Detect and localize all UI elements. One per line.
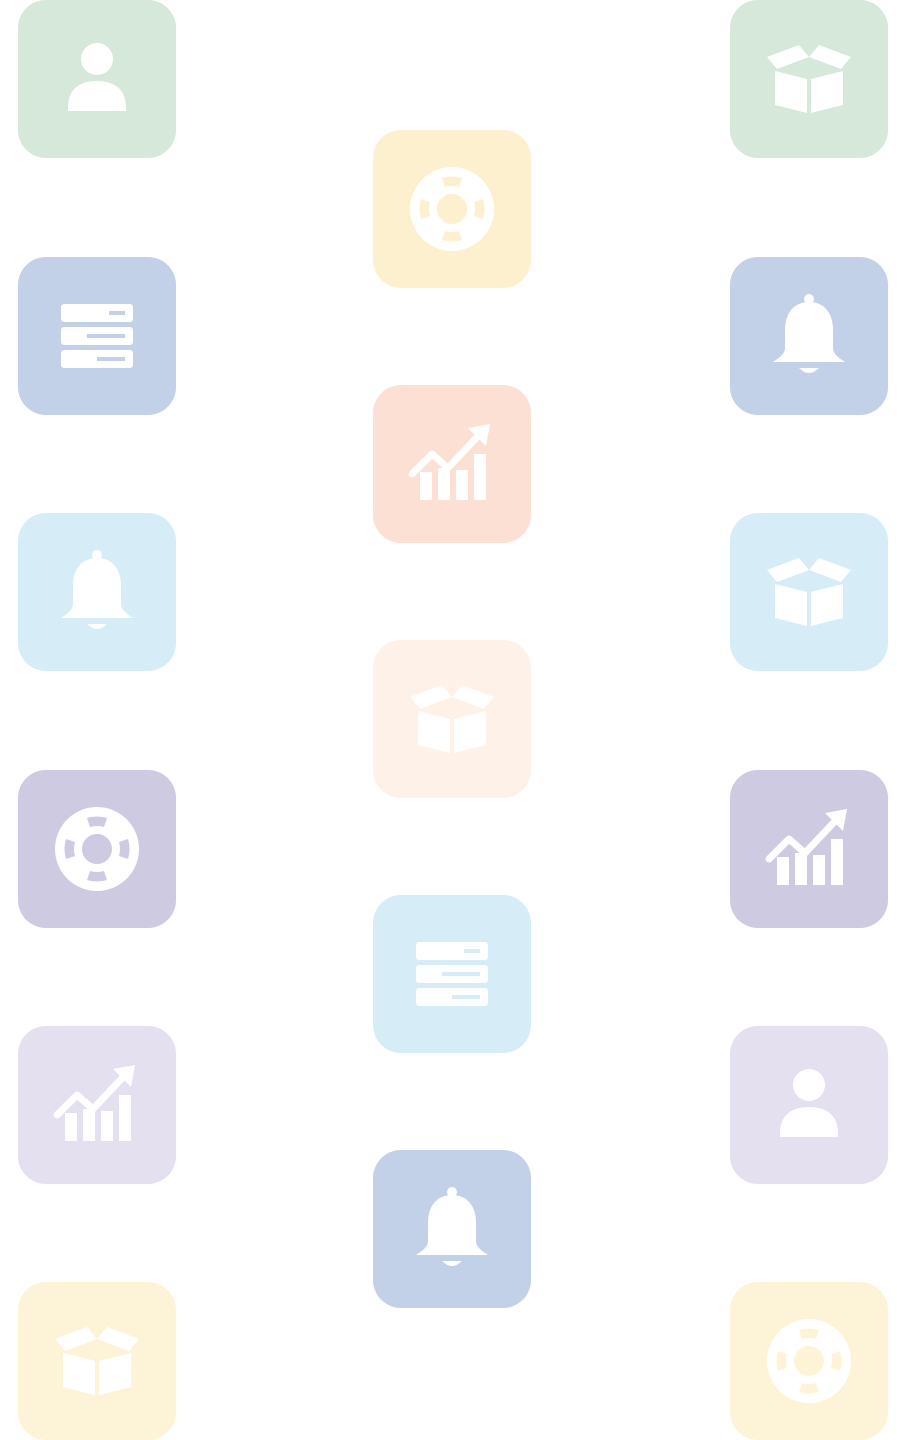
user-icon [47, 29, 147, 129]
tile-box[interactable] [373, 640, 531, 798]
box-icon [759, 542, 859, 642]
tile-bell[interactable] [18, 513, 176, 671]
tile-server[interactable] [18, 257, 176, 415]
bell-icon [402, 1179, 502, 1279]
tile-chart[interactable] [373, 385, 531, 543]
tile-box[interactable] [18, 1282, 176, 1440]
chart-icon [402, 414, 502, 514]
tile-user[interactable] [18, 0, 176, 158]
tile-lifebuoy[interactable] [373, 130, 531, 288]
bell-icon [47, 542, 147, 642]
tile-lifebuoy[interactable] [18, 770, 176, 928]
lifebuoy-icon [402, 159, 502, 259]
server-icon [47, 286, 147, 386]
tile-chart[interactable] [18, 1026, 176, 1184]
tile-user[interactable] [730, 1026, 888, 1184]
tile-box[interactable] [730, 0, 888, 158]
bell-icon [759, 286, 859, 386]
server-icon [402, 924, 502, 1024]
chart-icon [47, 1055, 147, 1155]
user-icon [759, 1055, 859, 1155]
lifebuoy-icon [759, 1311, 859, 1411]
box-icon [759, 29, 859, 129]
box-icon [47, 1311, 147, 1411]
tile-bell[interactable] [373, 1150, 531, 1308]
tile-chart[interactable] [730, 770, 888, 928]
lifebuoy-icon [47, 799, 147, 899]
box-icon [402, 669, 502, 769]
tile-bell[interactable] [730, 257, 888, 415]
tile-box[interactable] [730, 513, 888, 671]
tile-lifebuoy[interactable] [730, 1282, 888, 1440]
tile-server[interactable] [373, 895, 531, 1053]
chart-icon [759, 799, 859, 899]
